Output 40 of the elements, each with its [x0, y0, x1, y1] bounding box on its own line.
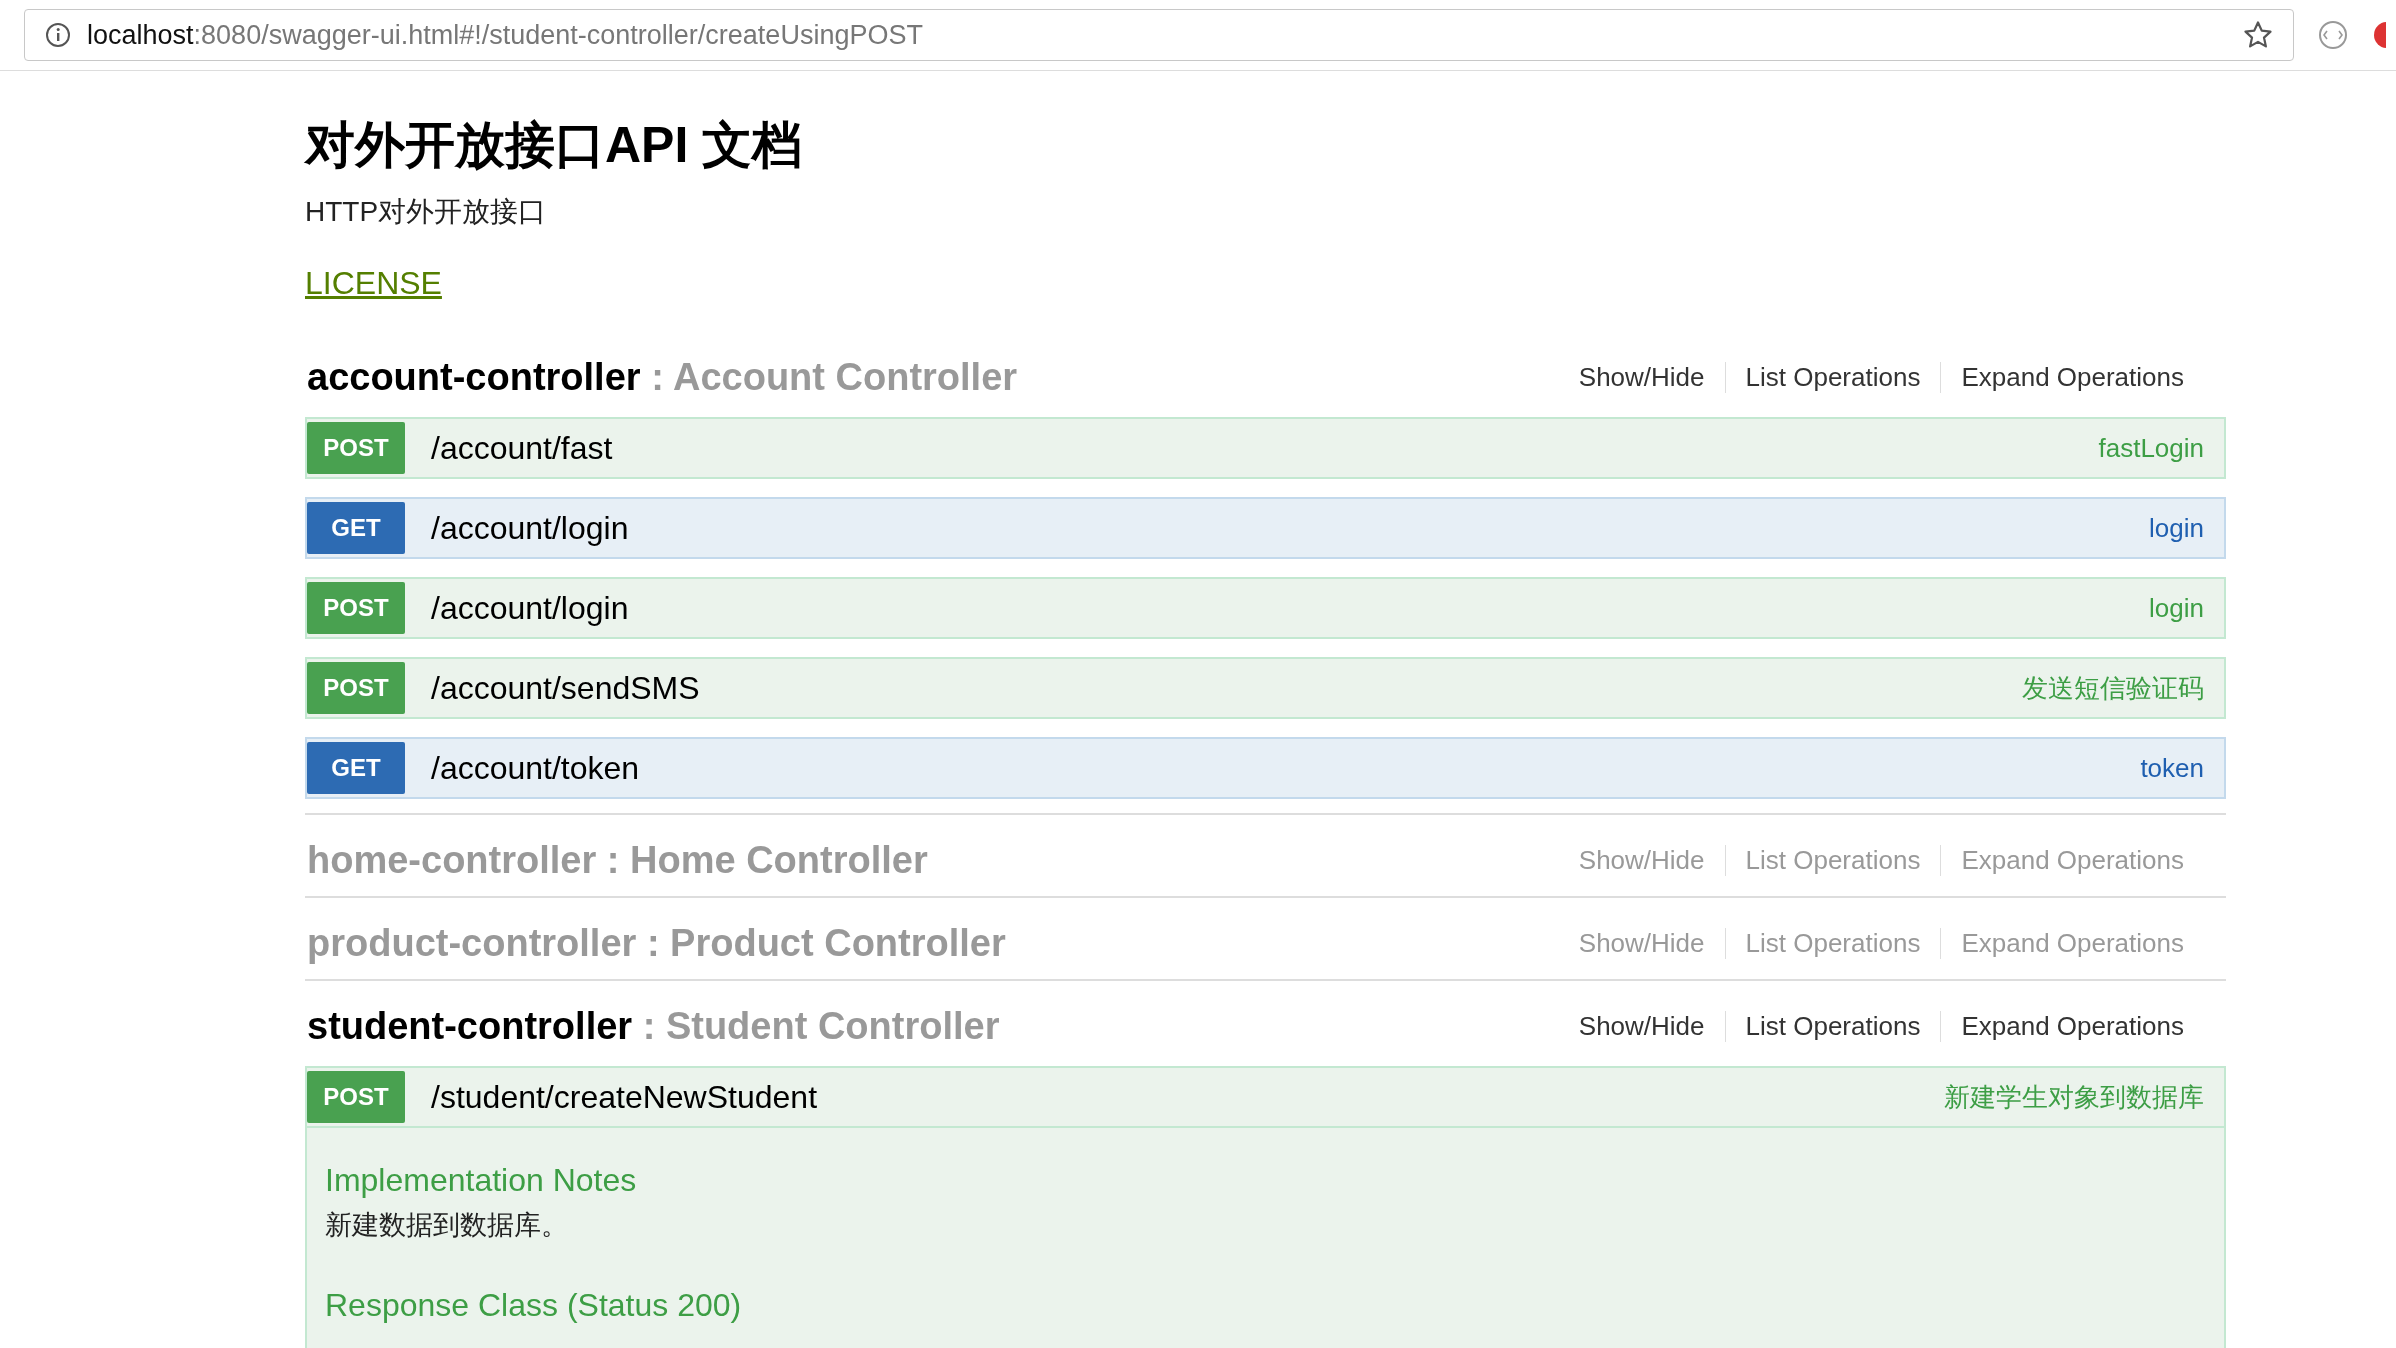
endpoint-row[interactable]: GET /account/token token [305, 737, 2226, 799]
method-badge: POST [307, 582, 405, 634]
section-heading: Response Class (Status 200) [325, 1287, 743, 1324]
address-bar[interactable]: localhost:8080/swagger-ui.html#!/student-controller/createUsingPOST [24, 9, 2294, 61]
operation-link[interactable]: Show/Hide [1558, 362, 1725, 393]
method-badge: GET [307, 502, 405, 554]
method-badge: POST [307, 422, 405, 474]
license-link[interactable]: LICENSE [305, 265, 442, 302]
operation-link[interactable]: List Operations [1724, 1011, 1941, 1042]
controller-title[interactable]: student-controller : Student Controller [307, 1005, 1000, 1048]
operation-link[interactable]: Expand Operations [1940, 362, 2204, 393]
controller-title[interactable]: account-controller : Account Controller [307, 356, 1018, 399]
method-badge: POST [307, 1071, 405, 1123]
endpoint-row[interactable]: POST /student/createNewStudent 新建学生对象到数据库 Implementation Notes 新建数据到数据库。 Response Class (Status 200) [305, 1066, 2226, 1348]
notes-text: 新建数据到数据库。 [325, 1209, 569, 1242]
extension-icon[interactable] [2318, 20, 2348, 50]
url-text: localhost:8080/swagger-ui.html#!/student-controller/createUsingPOST [87, 19, 924, 51]
endpoint-path[interactable]: /account/fast [405, 429, 2099, 467]
method-badge: POST [307, 662, 405, 714]
endpoint-row[interactable]: POST /account/fast fastLogin [305, 417, 2226, 479]
endpoint-row[interactable]: GET /account/login login [305, 497, 2226, 559]
operation-link[interactable]: List Operations [1724, 362, 1941, 393]
method-badge: GET [307, 742, 405, 794]
section-heading: Implementation Notes [325, 1162, 638, 1199]
operation-link[interactable]: Expand Operations [1940, 1011, 2204, 1042]
operation-link[interactable]: Show/Hide [1558, 1011, 1725, 1042]
endpoint-path[interactable]: /account/login [405, 589, 2150, 627]
star-icon[interactable] [2243, 20, 2273, 50]
info-icon[interactable] [45, 22, 71, 48]
page-title: 对外开放接口API 文档 [305, 116, 804, 175]
endpoint-row[interactable]: POST /account/login login [305, 577, 2226, 639]
endpoint-row[interactable]: POST /account/sendSMS 发送短信验证码 [305, 657, 2226, 719]
endpoint-path[interactable]: /account/sendSMS [405, 669, 2022, 707]
endpoint-summary[interactable]: login [2149, 512, 2204, 544]
endpoint-summary[interactable]: token [2140, 752, 2204, 784]
endpoint-path[interactable]: /account/token [405, 749, 2141, 787]
page-description: HTTP对外开放接口 [305, 195, 548, 229]
extension-icon[interactable] [2372, 20, 2386, 50]
endpoint-path[interactable]: /account/login [405, 509, 2150, 547]
endpoint-path[interactable]: /student/createNewStudent [405, 1078, 1944, 1116]
